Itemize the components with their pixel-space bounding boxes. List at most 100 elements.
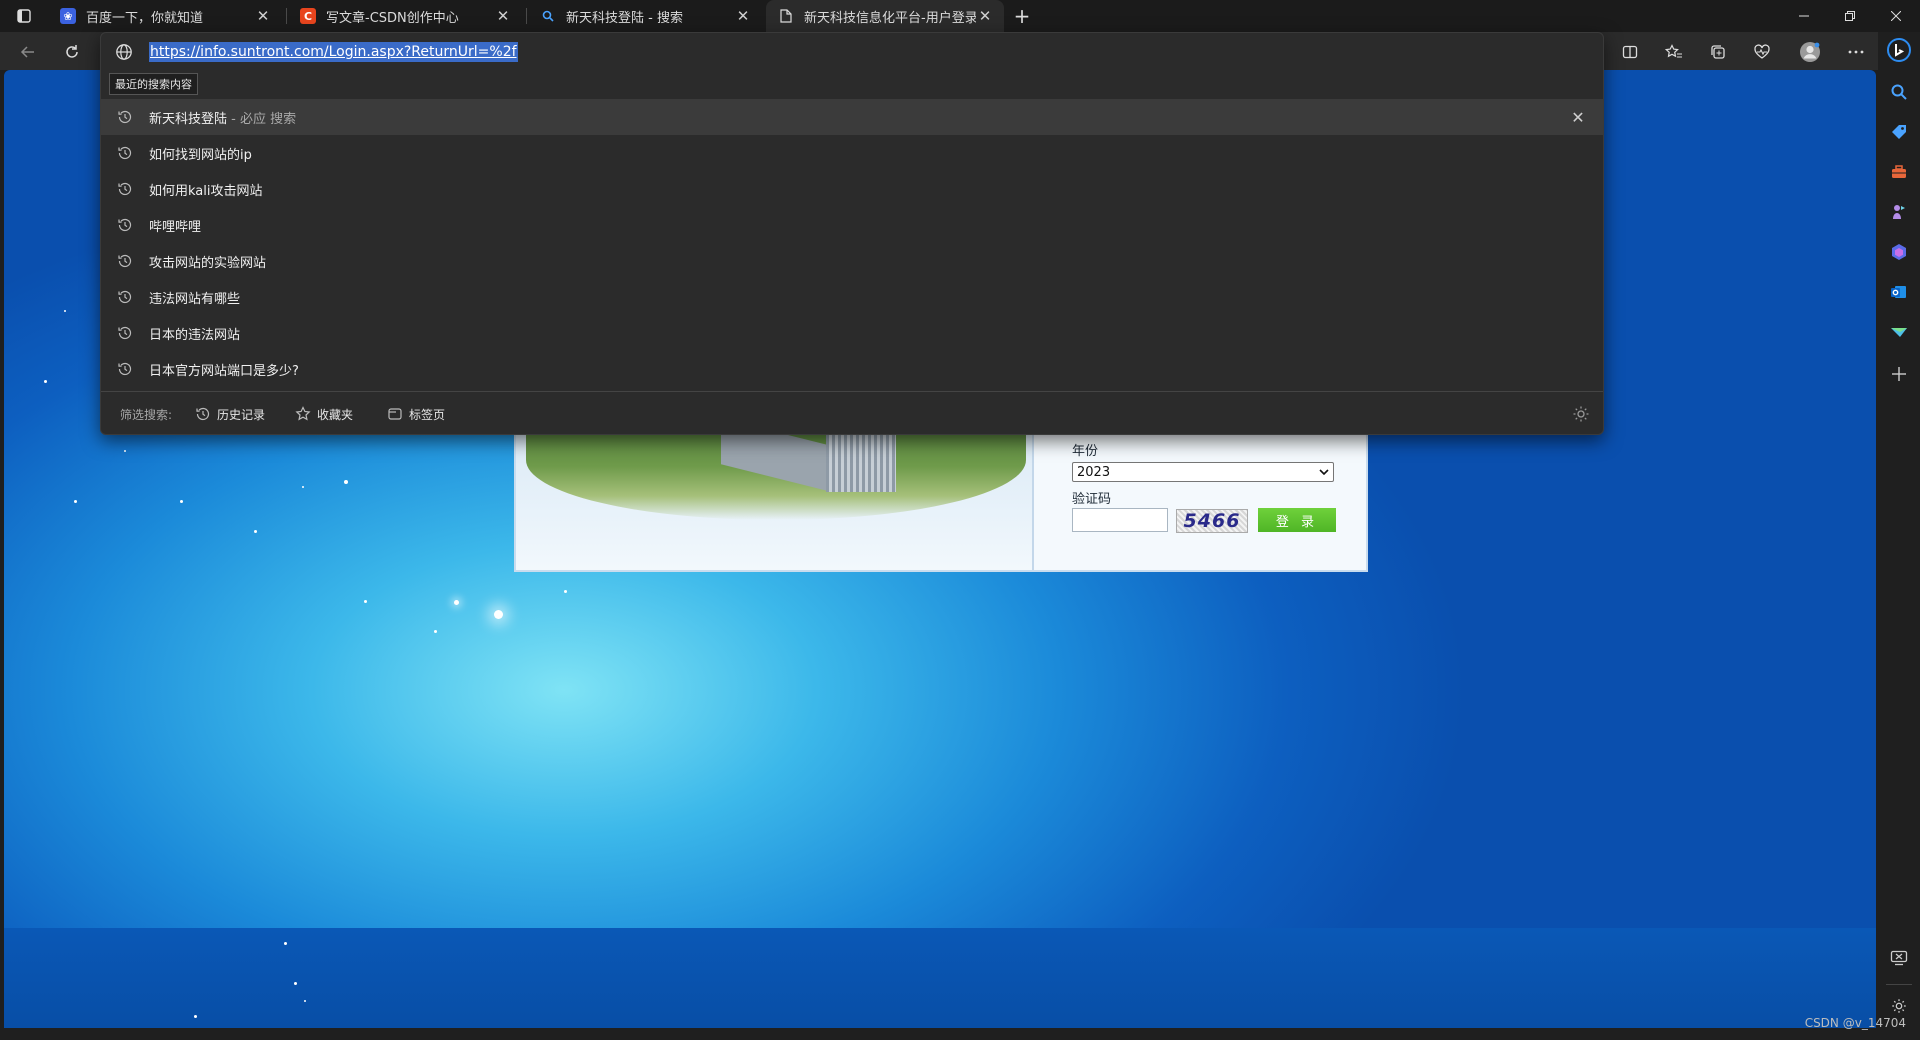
suggestion-text: 如何找到网站的ip — [149, 147, 252, 163]
tab-baidu[interactable]: ❀ 百度一下，你就知道 ✕ — [48, 0, 282, 32]
sparkle — [284, 942, 287, 945]
sidebar-tools-button[interactable] — [1887, 160, 1911, 184]
bing-search-icon — [540, 8, 556, 24]
new-tab-button[interactable]: + — [1010, 4, 1034, 28]
tab-actions-icon — [17, 9, 31, 23]
sidebar-drop-button[interactable] — [1887, 320, 1911, 344]
toolbox-icon — [1892, 165, 1906, 178]
minimize-button[interactable] — [1782, 0, 1826, 32]
refresh-button[interactable] — [58, 38, 86, 66]
sparkle — [44, 380, 47, 383]
chess-piece-icon — [1893, 205, 1905, 219]
suggestion-item[interactable]: 哔哩哔哩 — [101, 207, 1603, 243]
heart-pulse-icon — [1754, 44, 1770, 59]
suggestion-item[interactable]: 攻击网站的实验网站 — [101, 243, 1603, 279]
tab-separator — [286, 8, 287, 24]
history-clock-icon — [118, 110, 132, 124]
sidebar-divider — [1886, 984, 1912, 985]
filter-favorites-label: 收藏夹 — [317, 407, 354, 422]
tab-icon — [388, 408, 402, 420]
tab-strip: ❀ 百度一下，你就知道 ✕ C 写文章-CSDN创作中心 ✕ 新天科技登陆 - … — [0, 0, 1920, 32]
sidebar-games-button[interactable] — [1887, 200, 1911, 224]
suggestion-item[interactable]: 如何找到网站的ip — [101, 135, 1603, 171]
suggestion-item[interactable]: 日本官方网站端口是多少? — [101, 351, 1603, 387]
suggestion-text: 新天科技登陆 - 必应 搜索 — [149, 108, 296, 127]
chevron-down-icon — [1319, 469, 1329, 475]
tab-suntront-login[interactable]: 新天科技信息化平台-用户登录 ✕ — [766, 0, 1004, 32]
address-bar-dropdown: https://info.suntront.com/Login.aspx?Ret… — [100, 32, 1604, 435]
url-text[interactable]: https://info.suntront.com/Login.aspx?Ret… — [149, 42, 518, 62]
sparkle — [180, 500, 183, 503]
browser-essentials-button[interactable] — [1748, 38, 1776, 66]
watermark-text: CSDN @v_14704 — [1804, 1016, 1906, 1030]
sidebar-shopping-button[interactable] — [1887, 120, 1911, 144]
sidebar-outlook-button[interactable] — [1887, 280, 1911, 304]
sparkle — [304, 1000, 306, 1002]
sidebar-hide-button[interactable] — [1887, 946, 1911, 970]
suggestion-item[interactable]: 如何用kali攻击网站 — [101, 171, 1603, 207]
sidebar-search-button[interactable] — [1887, 80, 1911, 104]
captcha-image[interactable]: 5466 — [1176, 509, 1248, 533]
edge-sidebar — [1878, 32, 1920, 1040]
suggestion-item[interactable]: 违法网站有哪些 — [101, 279, 1603, 315]
address-bar[interactable]: https://info.suntront.com/Login.aspx?Ret… — [101, 33, 1603, 71]
minimize-icon — [1799, 15, 1809, 17]
sparkle — [64, 310, 66, 312]
filter-favorites-button[interactable]: 收藏夹 — [295, 403, 353, 425]
sparkle — [564, 590, 567, 593]
suggestion-text: 哔哩哔哩 — [149, 219, 202, 235]
campus-photo — [516, 430, 1032, 570]
sparkle — [434, 630, 437, 633]
sidebar-office-button[interactable] — [1887, 240, 1911, 264]
close-tab-icon[interactable]: ✕ — [494, 7, 512, 25]
settings-more-button[interactable] — [1842, 38, 1870, 66]
tab-title: 百度一下，你就知道 — [86, 10, 204, 26]
login-button[interactable]: 登 录 — [1258, 508, 1336, 532]
suggestion-suffix: - 必应 搜索 — [227, 111, 297, 127]
history-clock-icon — [118, 326, 132, 340]
tab-bing-search[interactable]: 新天科技登陆 - 搜索 ✕ — [528, 0, 762, 32]
history-clock-icon — [118, 146, 132, 160]
profile-button[interactable] — [1796, 38, 1824, 66]
sidebar-add-button[interactable] — [1887, 362, 1911, 386]
star-icon — [295, 406, 311, 421]
microsoft365-icon — [1892, 244, 1906, 260]
year-select[interactable]: 2023 — [1072, 462, 1334, 482]
captcha-input[interactable] — [1072, 508, 1168, 532]
sidebar-settings-button[interactable] — [1887, 994, 1911, 1018]
close-tab-icon[interactable]: ✕ — [734, 7, 752, 25]
suggestion-text: 违法网站有哪些 — [149, 291, 241, 307]
favorites-button[interactable] — [1660, 38, 1688, 66]
history-clock-icon — [118, 218, 132, 232]
tab-actions-button[interactable] — [10, 4, 38, 28]
sparkle — [454, 600, 459, 605]
split-screen-button[interactable] — [1616, 38, 1644, 66]
tab-title: 新天科技登陆 - 搜索 — [566, 10, 683, 26]
filter-history-button[interactable]: 历史记录 — [195, 403, 265, 425]
gear-icon — [1892, 999, 1906, 1013]
suggestion-item[interactable]: 日本的违法网站 — [101, 315, 1603, 351]
gear-icon[interactable] — [1571, 404, 1591, 424]
login-panel: 年份 2023 验证码 5466 登 录 — [514, 428, 1368, 572]
close-tab-icon[interactable]: ✕ — [976, 7, 994, 25]
remove-suggestion-icon[interactable]: ✕ — [1569, 108, 1587, 127]
page-icon — [778, 8, 794, 24]
avatar — [1800, 42, 1820, 62]
history-clock-icon — [196, 407, 210, 421]
suggestion-item[interactable]: 新天科技登陆 - 必应 搜索 ✕ — [101, 99, 1603, 135]
suggestion-query: 新天科技登陆 — [149, 111, 228, 127]
filter-tabs-button[interactable]: 标签页 — [387, 403, 445, 425]
close-window-button[interactable] — [1874, 0, 1918, 32]
search-filter-bar: 筛选搜索: 历史记录 收藏夹 标签页 — [101, 391, 1603, 435]
plus-icon — [1892, 367, 1906, 381]
restore-button[interactable] — [1828, 0, 1872, 32]
suggestion-text: 攻击网站的实验网站 — [149, 255, 267, 271]
captcha-label: 验证码 — [1072, 492, 1112, 507]
collections-button[interactable] — [1704, 38, 1732, 66]
close-tab-icon[interactable]: ✕ — [254, 7, 272, 25]
refresh-icon — [66, 45, 78, 58]
bing-chat-button[interactable] — [1887, 38, 1911, 62]
tab-csdn[interactable]: C 写文章-CSDN创作中心 ✕ — [288, 0, 522, 32]
back-button[interactable] — [14, 38, 42, 66]
tab-separator — [526, 8, 527, 24]
